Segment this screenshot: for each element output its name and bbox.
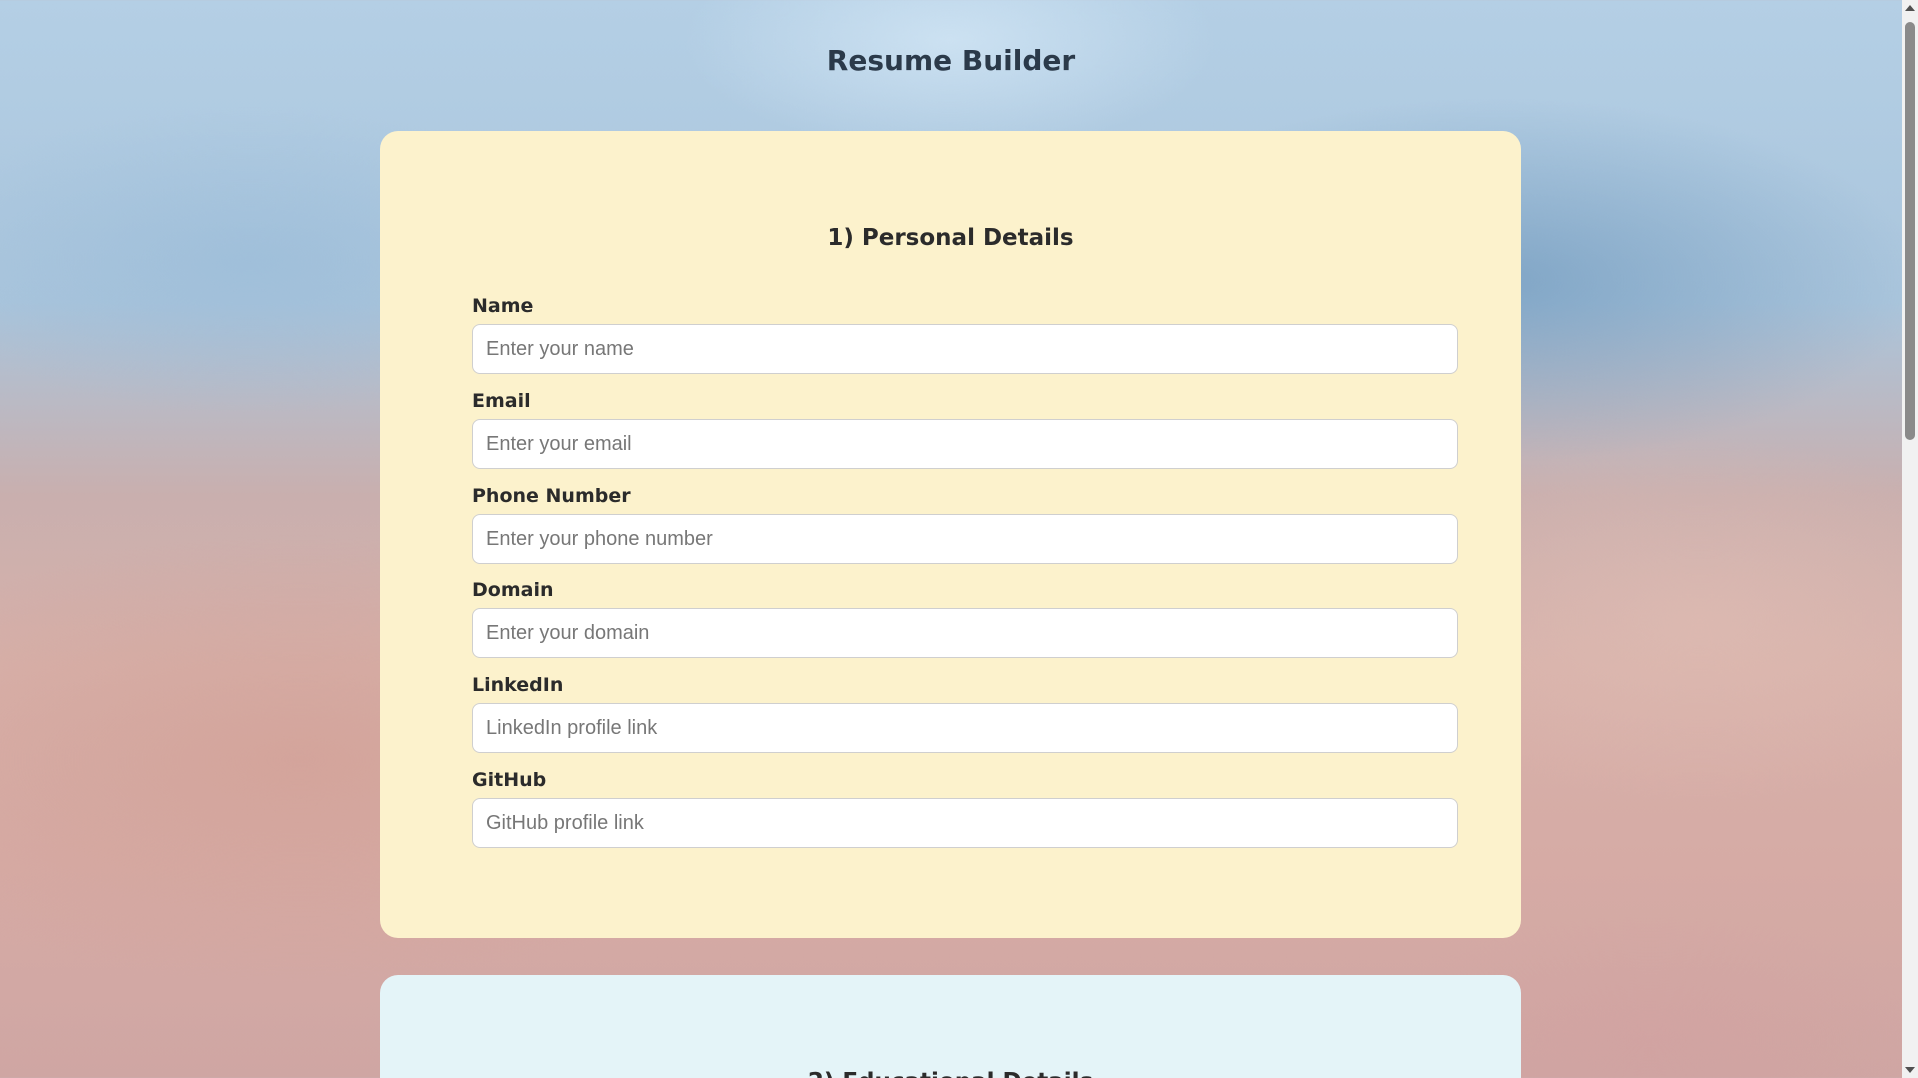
vertical-scrollbar[interactable] [1902, 0, 1918, 1078]
github-label: GitHub [472, 769, 547, 791]
github-field-group: GitHub [472, 768, 1458, 848]
page-title: Resume Builder [826, 44, 1076, 77]
educational-details-card: 2) Educational Details [380, 975, 1521, 1078]
name-field-group: Name [472, 294, 1458, 374]
linkedin-field-group: LinkedIn [472, 673, 1458, 753]
github-input[interactable] [472, 798, 1458, 848]
scroll-up-arrow-icon[interactable] [1902, 0, 1918, 16]
domain-label: Domain [472, 579, 554, 601]
phone-input[interactable] [472, 514, 1458, 564]
domain-field-group: Domain [472, 578, 1458, 658]
name-input[interactable] [472, 324, 1458, 374]
page-root: Resume Builder 1) Personal Details Name … [0, 0, 1902, 1078]
personal-details-card: 1) Personal Details Name Email Phone Num… [380, 131, 1521, 938]
scrollbar-thumb[interactable] [1905, 22, 1915, 440]
scroll-down-arrow-icon[interactable] [1902, 1062, 1918, 1078]
domain-input[interactable] [472, 608, 1458, 658]
educational-details-heading: 2) Educational Details [380, 1069, 1521, 1078]
linkedin-label: LinkedIn [472, 674, 564, 696]
email-field-group: Email [472, 389, 1458, 469]
phone-label: Phone Number [472, 485, 631, 507]
personal-details-heading: 1) Personal Details [827, 225, 1074, 251]
email-input[interactable] [472, 419, 1458, 469]
phone-field-group: Phone Number [472, 484, 1458, 564]
email-label: Email [472, 390, 531, 412]
name-label: Name [472, 295, 534, 317]
linkedin-input[interactable] [472, 703, 1458, 753]
